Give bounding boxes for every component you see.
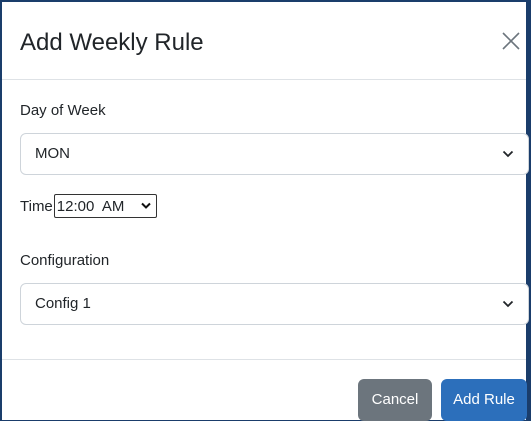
day-of-week-value: MON — [35, 145, 70, 162]
time-value: 12:00 AM — [56, 197, 125, 215]
day-of-week-select[interactable]: MON — [20, 133, 529, 175]
add-weekly-rule-dialog: Add Weekly Rule Day of Week MON Time 12:… — [0, 0, 529, 421]
time-select[interactable]: 12:00 AM — [53, 194, 157, 218]
chevron-down-icon — [502, 150, 514, 158]
close-button[interactable] — [500, 30, 522, 52]
configuration-value: Config 1 — [35, 295, 91, 312]
chevron-down-icon — [502, 300, 514, 308]
close-icon — [502, 32, 520, 50]
dialog-header: Add Weekly Rule — [2, 2, 526, 80]
chevron-down-icon — [141, 202, 151, 209]
dialog-footer: Cancel Add Rule — [2, 359, 527, 421]
dialog-title: Add Weekly Rule — [20, 29, 204, 56]
day-of-week-label: Day of Week — [20, 102, 106, 119]
configuration-select[interactable]: Config 1 — [20, 283, 529, 325]
add-rule-button[interactable]: Add Rule — [441, 379, 527, 421]
time-row: Time 12:00 AM — [20, 194, 157, 218]
cancel-button[interactable]: Cancel — [358, 379, 432, 421]
time-label: Time — [20, 197, 53, 215]
configuration-label: Configuration — [20, 252, 110, 269]
